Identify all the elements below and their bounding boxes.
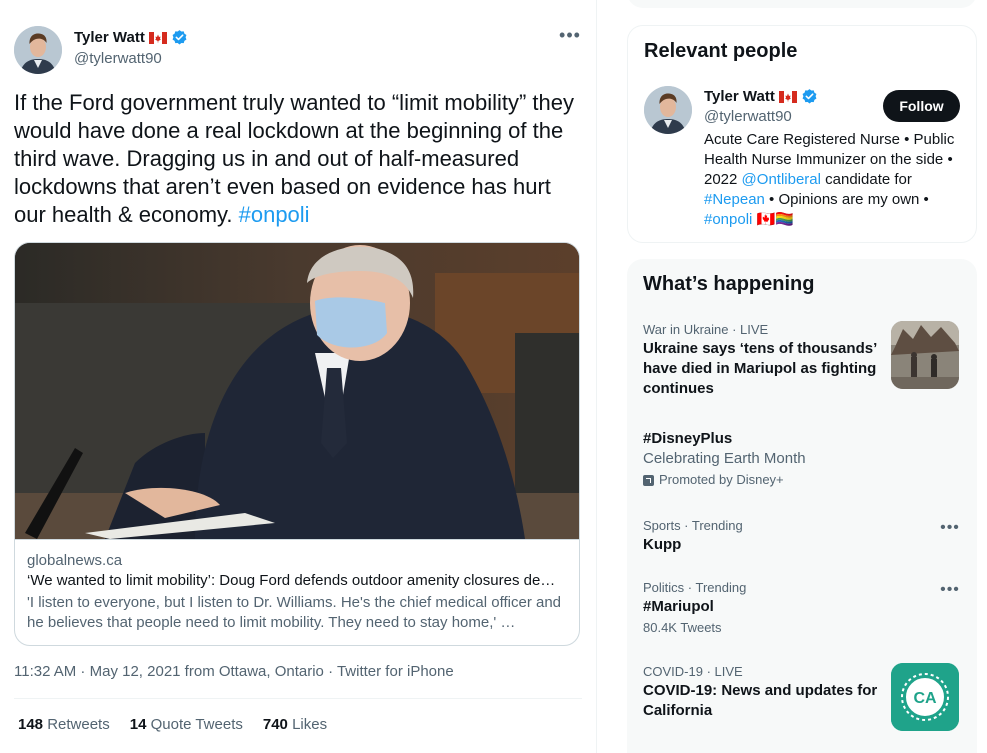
more-dots-icon[interactable]: ••• — [939, 582, 961, 601]
quote-tweets-link[interactable]: 14 Quote Tweets — [130, 716, 243, 733]
tweet-meta: 11:32 AM · May 12, 2021 from Ottawa, Ont… — [14, 663, 454, 680]
divider — [14, 698, 582, 699]
relevant-person-bio: Acute Care Registered Nurse • Public Hea… — [704, 130, 966, 230]
card-image — [15, 243, 579, 539]
relevant-people-panel: Relevant people Tyler Watt @tylerwatt90 … — [627, 25, 977, 243]
tweet-location: from Ottawa, Ontario — [180, 663, 324, 680]
quote-tweets-count: 14 — [129, 716, 147, 733]
relevant-person-avatar[interactable] — [644, 86, 692, 134]
more-dots-icon[interactable]: ••• — [558, 26, 582, 48]
more-dots-icon[interactable]: ••• — [939, 520, 961, 539]
covid-badge-text: CA — [913, 690, 937, 707]
tweet-stats: 148 Retweets 14 Quote Tweets 740 Likes — [18, 716, 327, 733]
quote-tweets-label: Quote Tweets — [146, 716, 243, 733]
trend-thumbnail — [891, 321, 959, 389]
canada-flag-icon — [148, 31, 167, 44]
card-domain: globalnews.ca — [27, 552, 123, 569]
tweet-text: If the Ford government truly wanted to “… — [14, 89, 584, 229]
whats-happening-panel: What’s happening War in Ukraine · LIVE U… — [627, 259, 977, 753]
card-description: 'I listen to everyone, but I listen to D… — [27, 594, 562, 631]
promoted-line: Promoted by Disney+ — [643, 471, 963, 489]
author-name-text: Tyler Watt — [74, 29, 145, 46]
author-avatar[interactable] — [14, 26, 62, 74]
trend-category: Politics · Trending — [643, 580, 747, 595]
likes-link[interactable]: 740 Likes — [263, 716, 327, 733]
relevant-people-title: Relevant people — [644, 40, 798, 62]
whats-happening-title: What’s happening — [643, 273, 815, 295]
tweet-hashtag-link[interactable]: #onpoli — [239, 202, 310, 227]
retweets-label: Retweets — [43, 716, 110, 733]
promoted-arrow-icon — [643, 474, 654, 486]
trend-title: Ukraine says ‘tens of thousands’ have di… — [643, 340, 877, 397]
verified-badge-icon — [801, 88, 818, 105]
canada-flag-icon — [778, 90, 797, 103]
relevant-person-name[interactable]: Tyler Watt — [704, 88, 818, 105]
trend-title: #Mariupol — [643, 598, 714, 615]
covid-badge-thumbnail: CA — [891, 663, 959, 731]
sidebar-top-panel-edge — [627, 0, 977, 8]
bio-text: candidate for — [820, 171, 912, 188]
card-title: ‘We wanted to limit mobility’: Doug Ford… — [27, 572, 556, 589]
author-name[interactable]: Tyler Watt — [74, 29, 188, 46]
bio-emoji: 🇨🇦🏳️‍🌈 — [756, 211, 794, 228]
trend-title: Kupp — [643, 536, 682, 553]
author-handle[interactable]: @tylerwatt90 — [74, 50, 162, 67]
card-body: globalnews.ca ‘We wanted to limit mobili… — [15, 539, 579, 645]
link-card[interactable]: globalnews.ca ‘We wanted to limit mobili… — [14, 242, 580, 646]
follow-button[interactable]: Follow — [883, 90, 960, 122]
promoted-by: Promoted by Disney+ — [659, 472, 784, 487]
tweet-date[interactable]: May 12, 2021 — [90, 663, 181, 680]
bio-text: • Opinions are my own • — [764, 191, 929, 208]
trend-item[interactable]: Sports · Trending Kupp — [643, 517, 963, 555]
tweet-column: Tyler Watt @tylerwatt90 ••• If the Ford … — [0, 0, 597, 753]
retweets-link[interactable]: 148 Retweets — [18, 716, 110, 733]
meta-dot: · — [323, 663, 337, 680]
likes-label: Likes — [287, 716, 328, 733]
bio-hashtag-link[interactable]: #onpoli — [704, 211, 752, 228]
tweet-time[interactable]: 11:32 AM — [14, 663, 76, 680]
meta-dot: · — [76, 663, 90, 680]
retweets-count: 148 — [18, 716, 44, 733]
trend-subtitle: Celebrating Earth Month — [643, 450, 806, 467]
trend-tweet-count: 80.4K Tweets — [643, 620, 722, 635]
relevant-person-handle[interactable]: @tylerwatt90 — [704, 108, 792, 125]
trend-item[interactable]: Politics · Trending #Mariupol 80.4K Twee… — [643, 579, 963, 637]
trend-item-promoted[interactable]: #DisneyPlus Celebrating Earth Month Prom… — [643, 429, 963, 489]
bio-mention-link[interactable]: @Ontliberal — [742, 171, 821, 188]
bio-hashtag-link[interactable]: #Nepean — [704, 191, 765, 208]
trend-title: #DisneyPlus — [643, 430, 733, 447]
trend-title: COVID-19: News and updates for Californi… — [643, 682, 878, 719]
trend-category: Sports · Trending — [643, 518, 743, 533]
likes-count: 740 — [262, 716, 288, 733]
relevant-person-name-text: Tyler Watt — [704, 88, 775, 105]
verified-badge-icon — [171, 29, 188, 46]
tweet-client[interactable]: Twitter for iPhone — [337, 663, 454, 680]
